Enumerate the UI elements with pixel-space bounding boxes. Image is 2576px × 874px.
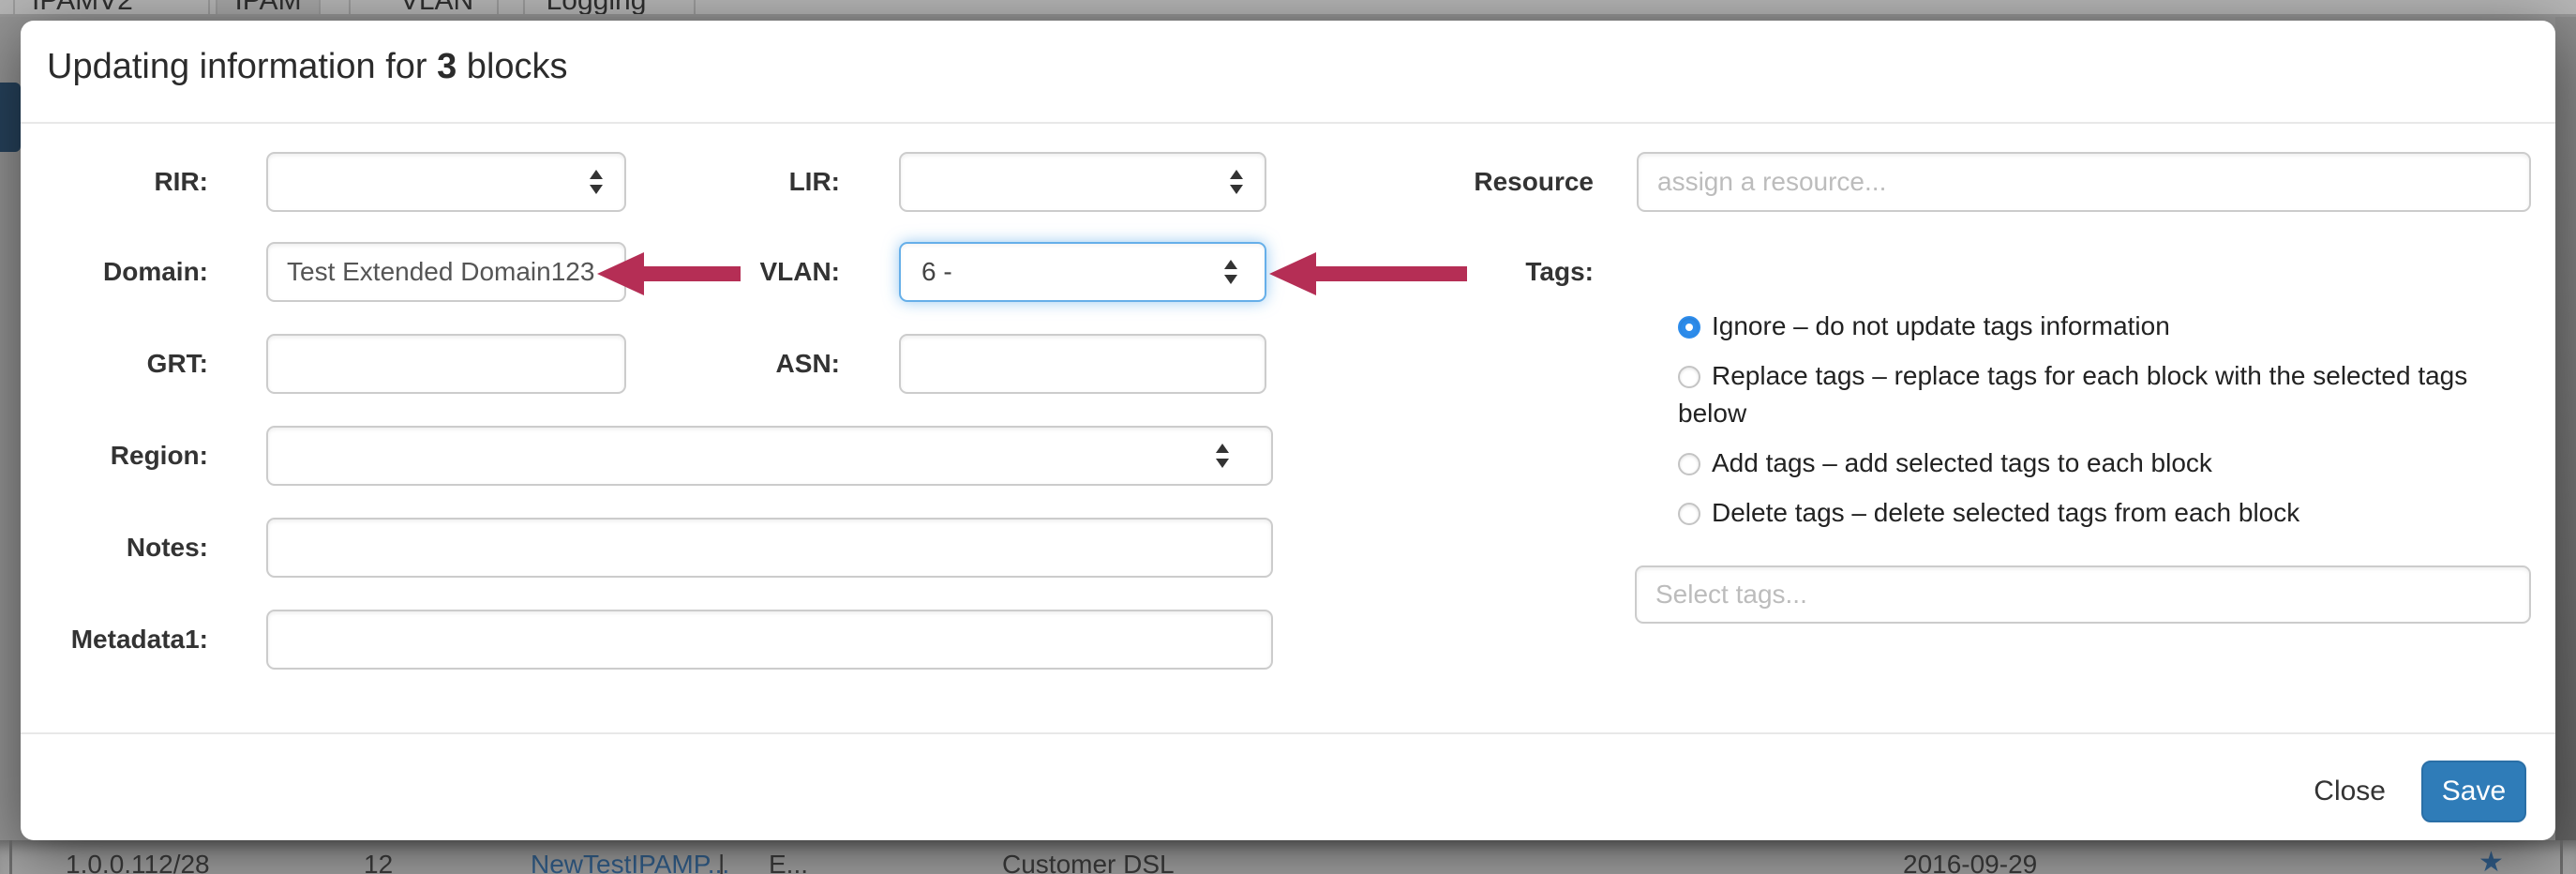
lir-select[interactable] xyxy=(899,152,1266,212)
asn-label: ASN: xyxy=(677,334,840,394)
table-border-left xyxy=(9,840,12,874)
select-arrows-icon xyxy=(1215,444,1230,468)
favorite-star-icon[interactable]: ★ xyxy=(2479,846,2504,874)
header-divider xyxy=(21,122,2555,124)
radio-replace-tags[interactable]: Replace tags – replace tags for each blo… xyxy=(1678,357,2482,432)
cell-cidr: 1.0.0.112/28 xyxy=(66,850,210,874)
domain-input[interactable] xyxy=(266,242,626,302)
cell-separator: | xyxy=(718,850,725,874)
cell-customer: Customer DSL xyxy=(1002,850,1175,874)
radio-selected-icon xyxy=(1678,316,1700,339)
background-tab-bar: IPAMV2 IPAM VLAN Logging xyxy=(0,0,2576,17)
vlan-selected-value: 6 - xyxy=(921,257,952,286)
footer-divider xyxy=(21,732,2555,734)
block-count: 3 xyxy=(437,47,457,86)
region-select[interactable] xyxy=(266,426,1273,486)
radio-ignore-tags[interactable]: Ignore – do not update tags information xyxy=(1678,308,2482,345)
table-border-right xyxy=(2560,840,2563,874)
domain-label: Domain: xyxy=(43,242,208,302)
bulk-update-modal: Updating information for 3 blocks RIR: D… xyxy=(21,21,2555,840)
grt-label: GRT: xyxy=(43,334,208,394)
tab-ipam[interactable]: IPAM xyxy=(216,0,321,17)
resource-label: Resource xyxy=(1370,152,1594,212)
grt-input[interactable] xyxy=(266,334,626,394)
radio-delete-tags[interactable]: Delete tags – delete selected tags from … xyxy=(1678,494,2482,532)
notes-input[interactable] xyxy=(266,518,1273,578)
lir-label: LIR: xyxy=(677,152,840,212)
select-arrows-icon xyxy=(1223,260,1238,284)
metadata1-label: Metadata1: xyxy=(43,610,208,670)
tab-ipamv2[interactable]: IPAMV2 xyxy=(13,0,210,17)
cell-resource-link[interactable]: NewTestIPAMP... xyxy=(531,850,729,874)
radio-icon xyxy=(1678,503,1700,525)
cell-date: 2016-09-29 xyxy=(1903,850,2037,874)
select-arrows-icon xyxy=(589,170,604,194)
asn-input[interactable] xyxy=(899,334,1266,394)
annotation-arrow-vlan-icon xyxy=(1269,252,1471,295)
select-tags-input[interactable] xyxy=(1635,565,2531,624)
radio-icon xyxy=(1678,453,1700,475)
resource-input[interactable] xyxy=(1637,152,2531,212)
background-right-edge xyxy=(2555,17,2576,874)
region-label: Region: xyxy=(43,426,208,486)
background-table-row: 1.0.0.112/28 12 NewTestIPAMP... | E... C… xyxy=(0,840,2576,874)
rir-label: RIR: xyxy=(43,152,208,212)
metadata1-input[interactable] xyxy=(266,610,1273,670)
select-arrows-icon xyxy=(1229,170,1244,194)
background-panel-header xyxy=(0,83,21,152)
modal-title: Updating information for 3 blocks xyxy=(47,47,568,87)
cell-count: 12 xyxy=(364,850,393,874)
save-button[interactable]: Save xyxy=(2421,761,2526,822)
radio-add-tags[interactable]: Add tags – add selected tags to each blo… xyxy=(1678,445,2482,482)
rir-select[interactable] xyxy=(266,152,626,212)
tags-radio-group: Ignore – do not update tags information … xyxy=(1678,308,2482,532)
notes-label: Notes: xyxy=(43,518,208,578)
vlan-select[interactable]: 6 - xyxy=(899,242,1266,302)
cell-e: E... xyxy=(769,850,808,874)
tab-logging[interactable]: Logging xyxy=(497,0,696,17)
close-button[interactable]: Close xyxy=(2314,762,2386,821)
radio-icon xyxy=(1678,366,1700,388)
annotation-arrow-domain-icon xyxy=(597,252,742,295)
